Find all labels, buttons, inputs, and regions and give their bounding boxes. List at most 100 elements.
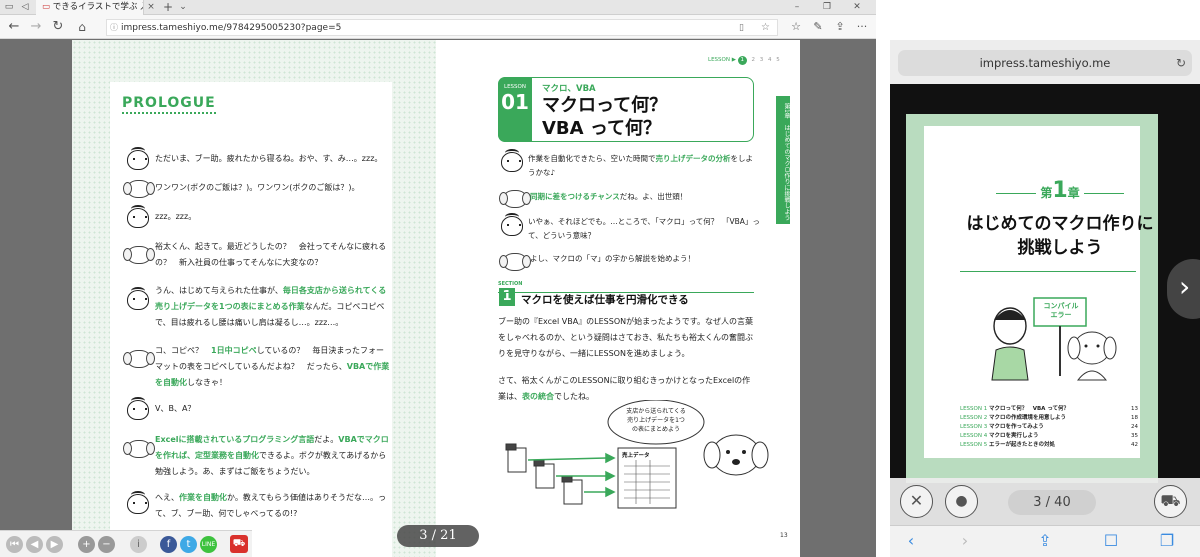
person-icon [127,205,149,228]
close-tab-icon[interactable]: × [146,0,156,15]
info-button-icon[interactable]: i [130,536,147,553]
lesson-badge: LESSON 01 [498,77,532,142]
toc-item[interactable]: LESSON 2 マクロの作成環境を用意しよう 18 [960,414,1138,423]
lesson-title-2: VBA って何？ [542,118,661,139]
facebook-icon[interactable]: f [160,536,177,553]
close-window-icon[interactable]: ✕ [850,0,864,15]
refresh-icon[interactable]: ↻ [48,15,68,39]
dialogue-2: ワンワン(ボクのご飯は？)。ワンワン(ボクのご飯は？)。 [155,183,360,192]
page-indicator: 3 / 21 [397,525,479,547]
line-icon[interactable]: LINE [200,536,217,553]
section-number: 1 [499,288,515,306]
right-dialogue-1: 作業を自動化できたら、空いた時間で売り上げデータの分析をしようかな♪ [528,154,753,177]
share-icon[interactable]: ⇪ [830,15,850,39]
back-icon[interactable]: ← [4,15,24,39]
dog-icon [123,180,155,198]
cart-icon[interactable]: ⛟ [230,535,248,553]
minimize-icon[interactable]: – [790,0,804,15]
mobile-url-field[interactable]: impress.tameshiyo.me ↻ [898,50,1192,76]
first-page-icon[interactable]: ⏮ [6,536,23,553]
close-viewer-icon[interactable]: ✕ [900,485,933,518]
right-dialogue-3: いやぁ、それほどでも。…ところで、「マクロ」って何？ 「VBA」って、どういう意… [528,217,760,240]
next-page-chevron-icon[interactable]: › [1167,259,1200,319]
favorite-star-icon[interactable]: ☆ [761,20,770,36]
mobile-cart-icon[interactable]: ⛟ [1154,485,1187,518]
dialogue-1: ただいま、ブー助。疲れたから寝るね。おや、す、み…。zzz。 [155,154,383,163]
compile-error-sign: コンパイル エラー [1043,302,1079,319]
toc-item[interactable]: LESSON 1 マクロって何？ VBA って何？ 13 [960,405,1138,414]
mobile-url-text: impress.tameshiyo.me [979,56,1111,70]
twitter-icon[interactable]: t [180,536,197,553]
new-tab-button[interactable]: + [162,0,174,15]
url-field[interactable]: ⓘ impress.tameshiyo.me/9784295005230?pag… [106,19,778,36]
paragraph-1: ブー助の『Excel VBA』のLESSONが始まったようです。なぜ人の言葉をし… [498,317,754,358]
home-icon[interactable]: ⌂ [72,15,92,39]
chapter-side-tab: 第1章 はじめてのマクロ作りに挑戦しよう [776,96,790,224]
info-icon: ⓘ [110,23,118,32]
mobile-top-bar: impress.tameshiyo.me ↻ [890,40,1200,84]
section-label: SECTION [498,281,523,287]
reload-icon[interactable]: ↻ [1176,50,1186,76]
lesson-nav-4[interactable]: 4 [768,57,772,63]
toc-item[interactable]: LESSON 3 マクロを作ってみよう 24 [960,423,1138,432]
dialogue-8: Excelに搭載されているプログラミング言語だよ。VBAでマクロを作れば、定型業… [155,435,389,476]
back-tabs-icon[interactable]: ◁ [18,0,32,15]
person-icon [127,287,149,310]
tab-title: できるイラストで学ぶ 入社 [52,2,143,12]
safari-bookmarks-icon[interactable]: ☐ [1096,531,1126,550]
viewer-toolbar: ⏮ ◀ ▶ + − i f t LINE ⛟ [0,530,252,557]
prologue-heading: PROLOGUE [122,95,216,114]
page-number: 13 [780,532,788,539]
dialogue-9: へえ、作業を自動化か。教えてもらう価値はありそうだな…。って、ブ、ブー助、何でし… [155,493,387,518]
safari-share-icon[interactable]: ⇪ [1030,531,1060,550]
lesson-nav-3[interactable]: 3 [760,57,764,63]
toc-list: LESSON 1 マクロって何？ VBA って何？ 13 LESSON 2 マクロ… [960,405,1138,450]
lesson-nav-1[interactable]: 1 [737,56,747,65]
favorites-icon[interactable]: ☆ [786,15,806,39]
right-dialogue-4: よし、マクロの「マ」の字から解説を始めよう！ [530,254,695,263]
dog-icon [123,440,155,458]
lesson-category: マクロ、VBA [542,84,596,94]
person-icon [127,147,149,170]
mobile-viewer-bar: ✕ ● 3 / 40 ⛟ [890,478,1200,525]
reading-view-icon[interactable]: ▯ [739,20,744,36]
tab-preview-icon[interactable]: ▭ [2,0,16,15]
lesson-navigator: LESSON ▶ 1 2 3 4 5 [708,56,780,65]
address-bar: ← → ↻ ⌂ ⓘ impress.tameshiyo.me/978429500… [0,15,876,39]
dog-icon [499,253,531,271]
zoom-in-icon[interactable]: + [78,536,95,553]
browser-window: ▭ ◁ ▭ できるイラストで学ぶ 入社 × + ⌄ – ❐ ✕ ← → ↻ ⌂ … [0,0,876,557]
comment-icon[interactable]: ● [945,485,978,518]
safari-forward-icon[interactable]: › [950,531,980,550]
url-text: impress.tameshiyo.me/9784295005230?page=… [121,23,342,33]
section-title: マクロを使えば仕事を円滑化できる [521,294,689,306]
prev-page-icon[interactable]: ◀ [26,536,43,553]
zoom-out-icon[interactable]: − [98,536,115,553]
safari-back-icon[interactable]: ‹ [896,531,926,550]
speech-bubble: 支店から送られてくる 売り上げデータを1つ の表にまとめよう [626,408,686,433]
next-page-icon[interactable]: ▶ [46,536,63,553]
dialogue-3: zzz。zzz。 [155,212,197,221]
toc-item[interactable]: LESSON 4 マクロを実行しよう 35 [960,432,1138,441]
dialogue-5: うん、はじめて与えられた仕事が、毎日各支店から送られてくる売り上げデータを1つの… [155,286,387,327]
dialogue-4: 裕太くん、起きて。最近どうしたの？ 会社ってそんなに疲れるの？ 新入社員の仕事っ… [155,242,387,267]
chapter-title: はじめてのマクロ作りに 挑戦しよう [966,214,1154,258]
lesson-title-1: マクロって何？ [542,95,668,116]
forward-icon[interactable]: → [26,15,46,39]
tab-list-icon[interactable]: ⌄ [178,0,188,15]
maximize-icon[interactable]: ❐ [820,0,834,15]
lesson-nav-2[interactable]: 2 [751,57,755,63]
pen-icon[interactable]: ✎ [808,15,828,39]
dog-icon [123,350,155,368]
safari-tabs-icon[interactable]: ❐ [1152,531,1182,550]
toc-item[interactable]: LESSON 5 エラーが起きたときの対処 42 [960,441,1138,450]
tab-bar: ▭ ◁ ▭ できるイラストで学ぶ 入社 × + ⌄ – ❐ ✕ [0,0,876,15]
mobile-viewer: impress.tameshiyo.me ↻ 第1章 はじめてのマクロ作りに 挑… [890,40,1200,557]
chapter-rule [960,271,1136,272]
browser-tab[interactable]: ▭ できるイラストで学ぶ 入社 [36,0,144,15]
more-icon[interactable]: ··· [852,15,872,39]
mobile-page-indicator: 3 / 40 [1008,490,1096,515]
lesson-nav-5[interactable]: 5 [776,57,780,63]
person-icon [127,491,149,514]
chapter-label: 第1章 [960,178,1160,203]
